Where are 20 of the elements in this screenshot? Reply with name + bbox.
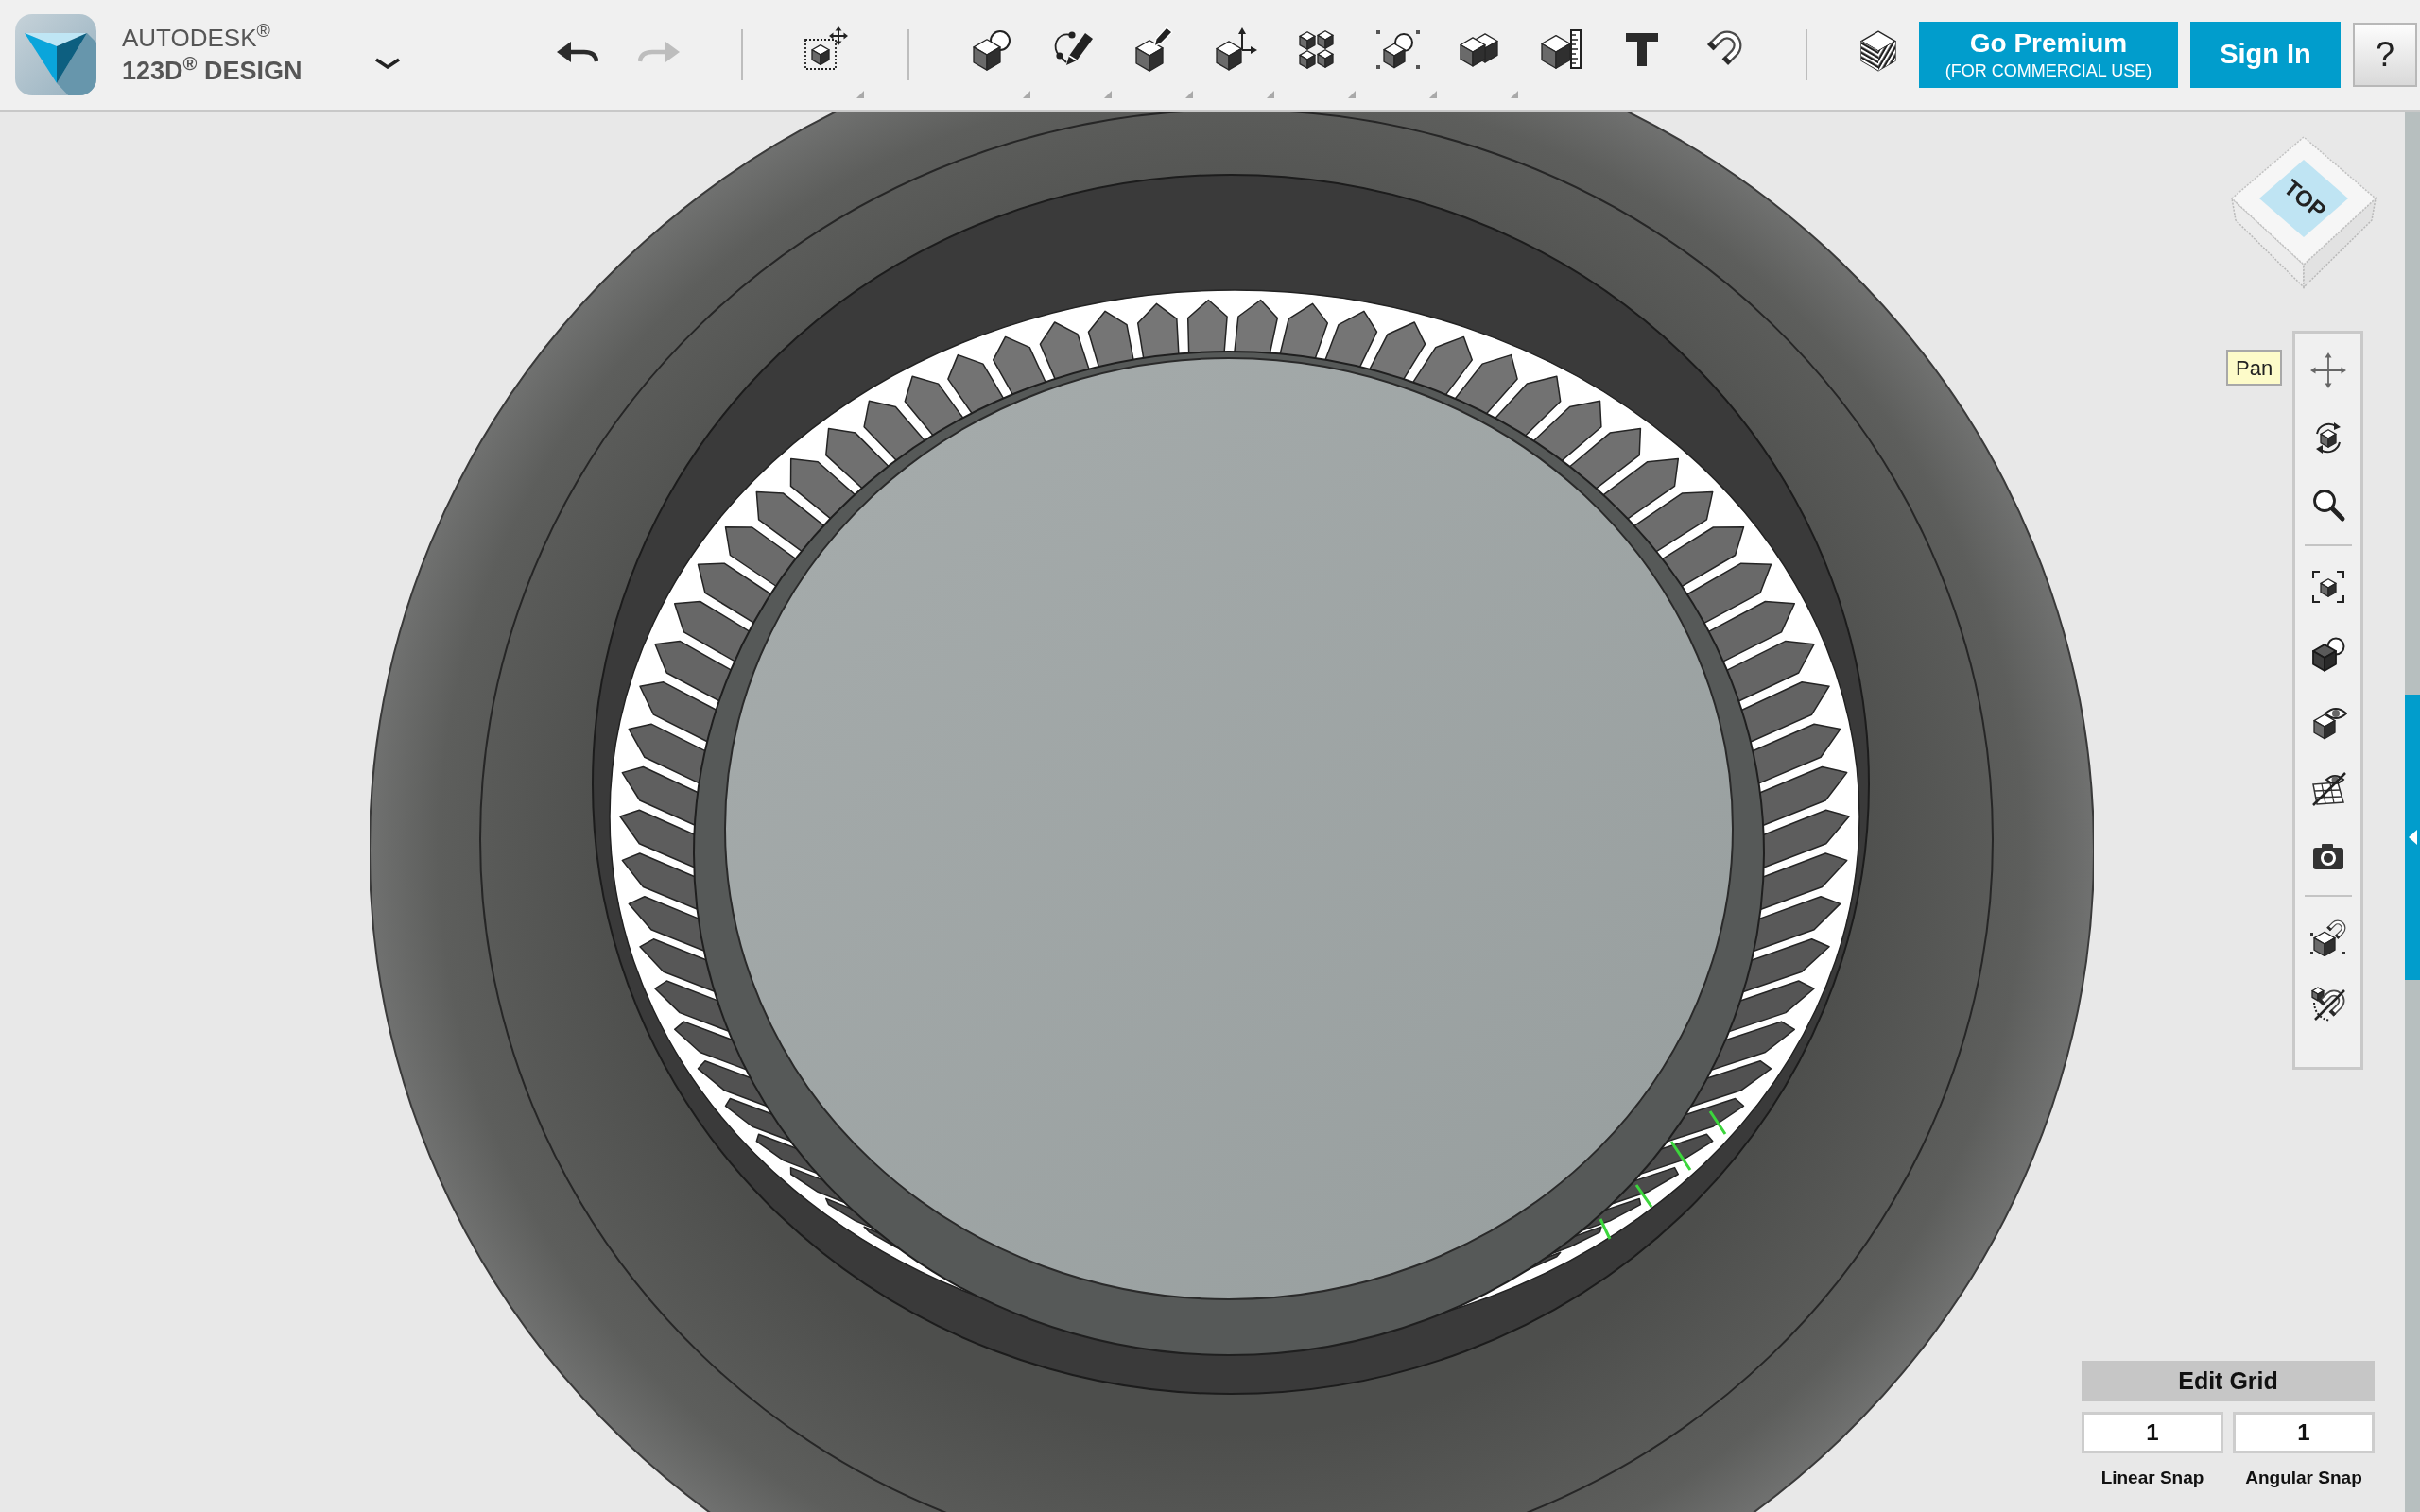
curved-arrow-right-icon	[638, 41, 680, 63]
cube-ruler-icon	[1538, 26, 1583, 72]
snap-value-field[interactable]: 1	[2082, 1412, 2223, 1453]
edit-grid-button[interactable]: Edit Grid	[2082, 1361, 2375, 1401]
help-button[interactable]: ?	[2353, 23, 2417, 87]
chevron-down-icon	[374, 58, 401, 69]
snap-value-field[interactable]: 1	[2233, 1412, 2375, 1453]
product-name: 123D$^{®}$ DESIGN	[122, 59, 303, 84]
field-label: Angular Snap	[2245, 1467, 2362, 1489]
four-way-arrow-icon	[2308, 351, 2347, 389]
magnet-slash-icon	[2308, 985, 2347, 1023]
caret-left-icon	[2408, 830, 2417, 845]
app-logo-icon	[15, 14, 96, 95]
cube-move-icon	[803, 26, 848, 72]
brand-name: AUTODESK$^{®}$	[122, 26, 271, 50]
cube-magnet-icon	[2308, 918, 2347, 956]
cube-axes-icon	[1213, 26, 1258, 72]
tooltip: Pan	[2226, 350, 2283, 386]
field-label: Linear Snap	[2100, 1467, 2204, 1489]
curved-arrow-left-icon	[557, 41, 598, 63]
